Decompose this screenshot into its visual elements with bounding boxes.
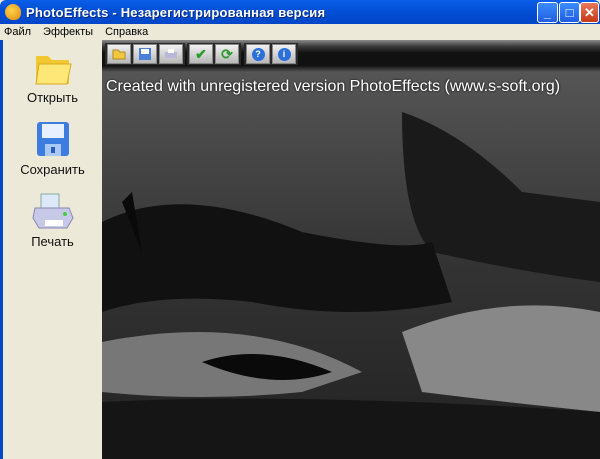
printer-icon <box>31 193 74 229</box>
save-label: Сохранить <box>20 162 85 177</box>
folder-icon <box>112 49 126 60</box>
app-icon <box>5 4 21 20</box>
print-label: Печать <box>31 234 74 249</box>
toolbar: ✔ ⟳ ? i <box>102 40 600 72</box>
image-canvas[interactable]: Created with unregistered version PhotoE… <box>102 72 600 459</box>
open-label: Открыть <box>26 90 79 105</box>
open-button[interactable]: Открыть <box>3 48 102 105</box>
window-title: PhotoEffects - Незарегистрированная верс… <box>26 4 326 20</box>
toolbar-group-file <box>105 43 185 65</box>
dolphins-image <box>102 72 600 459</box>
menu-bar: Файл Эффекты Справка <box>0 24 600 40</box>
menu-effects[interactable]: Эффекты <box>43 26 93 38</box>
menu-help[interactable]: Справка <box>105 26 148 38</box>
floppy-icon <box>36 122 69 156</box>
menu-file[interactable]: Файл <box>4 26 31 38</box>
folder-icon <box>34 56 72 85</box>
info-button[interactable]: i <box>272 44 296 64</box>
toolbar-group-help: ? i <box>244 43 298 65</box>
toolbar-group-effects: ✔ ⟳ <box>187 43 241 65</box>
apply-button[interactable]: ✔ <box>189 44 213 64</box>
watermark-text: Created with unregistered version PhotoE… <box>106 78 561 95</box>
save-button[interactable]: Сохранить <box>3 120 102 177</box>
toolbar-print-button[interactable] <box>159 44 183 64</box>
printer-icon <box>165 49 177 58</box>
maximize-button[interactable]: □ <box>559 2 580 23</box>
toolbar-open-button[interactable] <box>107 44 131 64</box>
info-icon: i <box>277 47 291 61</box>
sidebar: Открыть Сохранить Печать <box>0 40 102 459</box>
help-icon: ? <box>251 47 265 61</box>
print-button[interactable]: Печать <box>3 192 102 249</box>
minimize-button[interactable]: _ <box>537 2 558 23</box>
check-icon: ✔ <box>195 45 207 62</box>
help-button[interactable]: ? <box>246 44 270 64</box>
close-button[interactable]: ✕ <box>580 2 599 23</box>
title-bar: PhotoEffects - Незарегистрированная верс… <box>0 0 600 24</box>
toolbar-save-button[interactable] <box>133 44 157 64</box>
refresh-icon: ⟳ <box>221 45 233 62</box>
floppy-icon <box>139 48 151 60</box>
refresh-button[interactable]: ⟳ <box>215 44 239 64</box>
